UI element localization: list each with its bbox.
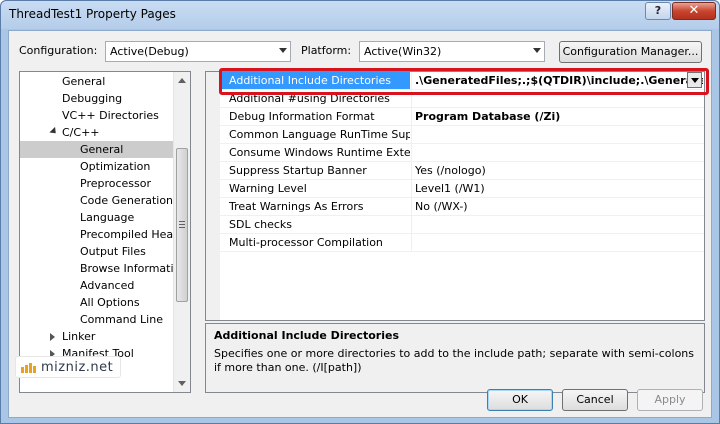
property-value[interactable] (411, 144, 703, 161)
tree-item-general[interactable]: General (20, 73, 174, 90)
property-row-debug-information-format[interactable]: Debug Information Format Program Databas… (220, 108, 704, 126)
property-row-additional-using-directories[interactable]: Additional #using Directories (220, 90, 704, 108)
property-row-sdl-checks[interactable]: SDL checks (220, 216, 704, 234)
description-title: Additional Include Directories (214, 329, 400, 342)
property-name: Warning Level (229, 182, 307, 195)
cancel-button[interactable]: Cancel (562, 389, 628, 411)
apply-button[interactable]: Apply (637, 389, 703, 411)
property-value[interactable]: No (/WX-) (411, 198, 703, 215)
platform-value: Active(Win32) (364, 45, 442, 58)
close-button[interactable]: ✕ (672, 2, 716, 20)
property-value[interactable] (411, 234, 703, 251)
expanded-triangle-icon[interactable] (49, 126, 59, 137)
tree-item-precompiled-headers[interactable]: Precompiled Heade (20, 226, 187, 243)
tree-item-c-cpp[interactable]: C/C++ (20, 124, 174, 141)
tree-item-code-generation[interactable]: Code Generation (20, 192, 174, 209)
tree-item-linker[interactable]: Linker (20, 328, 174, 345)
property-name: SDL checks (229, 218, 293, 231)
property-value[interactable]: Level1 (/W1) (411, 180, 703, 197)
platform-dropdown[interactable]: Active(Win32) (359, 41, 545, 62)
configuration-label: Configuration: (19, 44, 98, 57)
chevron-down-icon (533, 48, 541, 53)
help-button[interactable]: ? (645, 2, 671, 20)
description-pane: Additional Include Directories Specifies… (205, 323, 705, 393)
tree-item-advanced[interactable]: Advanced (20, 277, 174, 294)
platform-label: Platform: (301, 44, 352, 57)
property-row-additional-include-directories[interactable]: Additional Include Directories .\Generat… (220, 72, 704, 90)
grip-line (179, 227, 185, 228)
chevron-down-icon (279, 48, 287, 53)
ok-button[interactable]: OK (487, 389, 553, 411)
tree-item-vc-directories[interactable]: VC++ Directories (20, 107, 174, 124)
logo-mark-icon (21, 363, 36, 373)
grip-line (179, 221, 185, 222)
property-name: Common Language RunTime Suppo (229, 128, 410, 141)
property-name: Suppress Startup Banner (229, 164, 367, 177)
tree-item-c-cpp-general[interactable]: General (20, 141, 174, 158)
property-name: Additional Include Directories (220, 72, 410, 89)
property-value[interactable] (411, 90, 703, 107)
description-text: Specifies one or more directories to add… (214, 347, 695, 374)
collapsed-triangle-icon[interactable] (50, 333, 55, 341)
window-title: ThreadTest1 Property Pages (9, 7, 176, 21)
tree-item-output-files[interactable]: Output Files (20, 243, 174, 260)
property-value-input[interactable]: .\GeneratedFiles;.;$(QTDIR)\include;.\Ge… (411, 72, 703, 89)
property-row-treat-warnings-as-errors[interactable]: Treat Warnings As Errors No (/WX-) (220, 198, 704, 216)
logo-text: mizniz.net (41, 360, 114, 375)
chevron-down-icon[interactable] (687, 72, 702, 88)
property-pages-window: ThreadTest1 Property Pages ? ✕ Configura… (0, 0, 720, 424)
property-row-multi-processor-compilation[interactable]: Multi-processor Compilation (220, 234, 704, 252)
property-name: Debug Information Format (229, 110, 375, 123)
property-value[interactable]: Program Database (/Zi) (411, 108, 703, 125)
configuration-manager-button[interactable]: Configuration Manager... (559, 41, 702, 63)
property-name: Treat Warnings As Errors (229, 200, 364, 213)
site-logo: mizniz.net (15, 356, 121, 378)
property-row-warning-level[interactable]: Warning Level Level1 (/W1) (220, 180, 704, 198)
title-bar[interactable]: ThreadTest1 Property Pages ? ✕ (1, 1, 719, 29)
configuration-dropdown[interactable]: Active(Debug) (105, 41, 291, 62)
tree-scrollbar[interactable] (173, 72, 190, 392)
configuration-value: Active(Debug) (110, 45, 189, 58)
property-name: Additional #using Directories (229, 92, 390, 105)
scroll-up-arrow-icon[interactable] (178, 78, 186, 83)
property-value[interactable] (411, 126, 703, 143)
tree-item-optimization[interactable]: Optimization (20, 158, 174, 175)
scroll-down-arrow-icon[interactable] (178, 381, 186, 386)
property-row-suppress-startup-banner[interactable]: Suppress Startup Banner Yes (/nologo) (220, 162, 704, 180)
property-row-common-language-runtime-support[interactable]: Common Language RunTime Suppo (220, 126, 704, 144)
scrollbar-thumb[interactable] (176, 148, 188, 302)
tree-item-browse-information[interactable]: Browse Information (20, 260, 187, 277)
property-tree[interactable]: General Debugging VC++ Directories C/C++… (19, 71, 191, 393)
grid-gutter (206, 72, 220, 320)
property-value[interactable]: Yes (/nologo) (411, 162, 703, 179)
tree-item-command-line[interactable]: Command Line (20, 311, 174, 328)
grip-line (179, 224, 185, 225)
property-value[interactable] (411, 216, 703, 233)
property-name: Consume Windows Runtime Extensic (229, 146, 410, 159)
property-name: Multi-processor Compilation (229, 236, 383, 249)
tree-item-language[interactable]: Language (20, 209, 174, 226)
property-row-consume-windows-runtime-extension[interactable]: Consume Windows Runtime Extensic (220, 144, 704, 162)
tree-item-all-options[interactable]: All Options (20, 294, 174, 311)
property-grid: Additional Include Directories .\Generat… (205, 71, 705, 321)
tree-item-debugging[interactable]: Debugging (20, 90, 174, 107)
tree-item-preprocessor[interactable]: Preprocessor (20, 175, 174, 192)
